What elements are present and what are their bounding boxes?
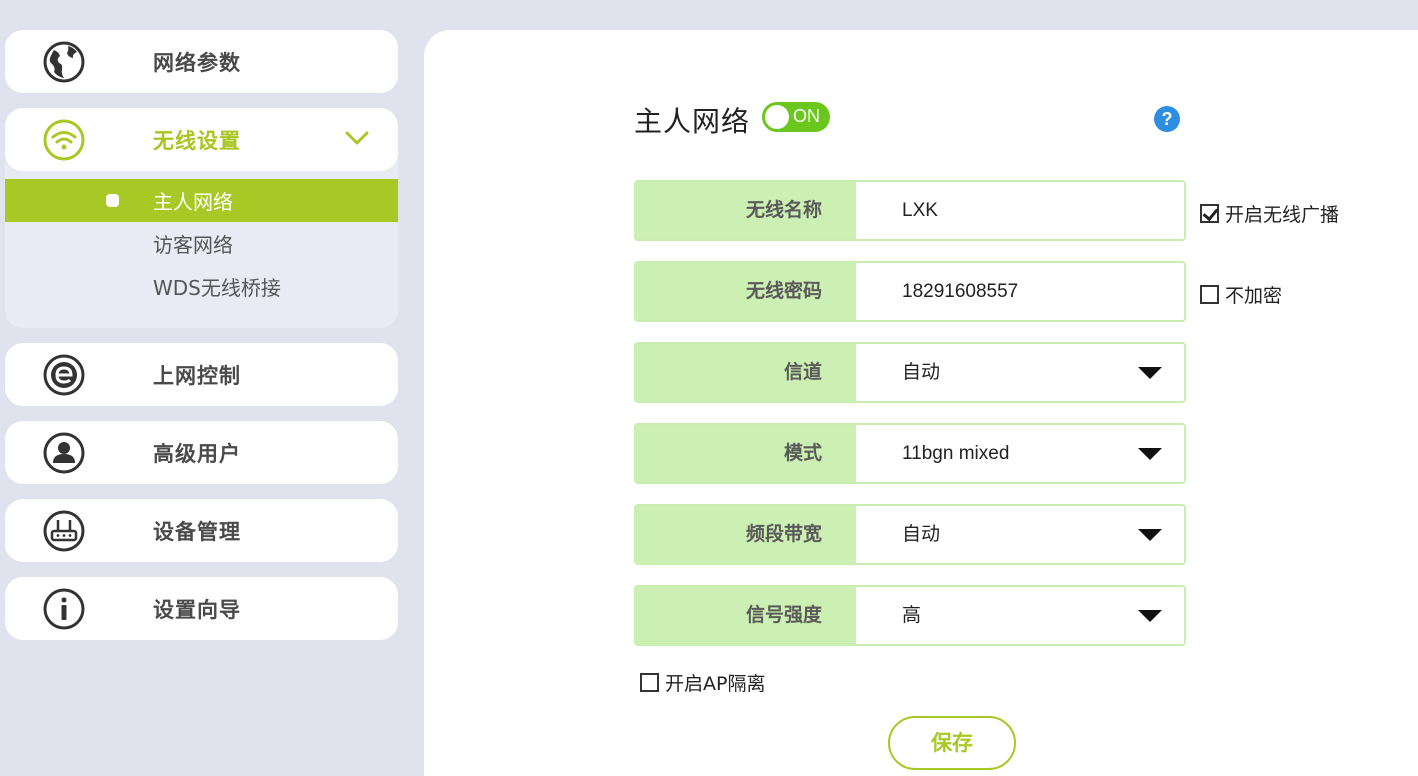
nav-label: 设置向导 <box>153 597 241 622</box>
mode-select[interactable]: 11bgn mixed <box>902 425 1009 482</box>
ssid-field: 无线名称 LXK <box>634 180 1186 241</box>
router-icon <box>43 510 85 552</box>
ssid-input[interactable]: LXK <box>902 182 938 239</box>
nav-label: 高级用户 <box>153 441 241 466</box>
toggle-label: ON <box>793 106 820 126</box>
password-input[interactable]: 18291608557 <box>902 263 1018 320</box>
nav-group-wireless: 无线设置 主人网络 访客网络 WDS无线桥接 <box>5 108 398 328</box>
page-title: 主人网络 <box>634 105 751 138</box>
nav-label: 设备管理 <box>153 519 241 544</box>
checkbox-box[interactable] <box>1200 285 1219 304</box>
channel-select[interactable]: 自动 <box>902 344 940 401</box>
nav-network-params[interactable]: 网络参数 <box>5 30 398 93</box>
subnav-guest-network[interactable]: 访客网络 <box>5 222 398 265</box>
password-field: 无线密码 18291608557 <box>634 261 1186 322</box>
nav-label: 无线设置 <box>153 128 241 153</box>
broadcast-checkbox[interactable]: 开启无线广播 <box>1200 200 1339 227</box>
signal-strength-select[interactable]: 高 <box>902 587 921 644</box>
channel-field[interactable]: 信道 自动 <box>634 342 1186 403</box>
save-button[interactable]: 保存 <box>888 716 1016 770</box>
dropdown-arrow-icon[interactable] <box>1138 448 1162 460</box>
active-dot-icon <box>106 194 119 207</box>
nav-label: 网络参数 <box>153 50 241 75</box>
nav-setup-wizard[interactable]: 设置向导 <box>5 577 398 640</box>
signal-strength-field[interactable]: 信号强度 高 <box>634 585 1186 646</box>
nav-wireless-settings[interactable]: 无线设置 <box>5 108 398 171</box>
field-label: 信道 <box>636 344 856 401</box>
field-label: 信号强度 <box>636 587 856 644</box>
wireless-toggle[interactable]: ON <box>762 102 830 132</box>
field-label: 模式 <box>636 425 856 482</box>
subnav-wds-bridge[interactable]: WDS无线桥接 <box>5 265 398 308</box>
no-encrypt-checkbox[interactable]: 不加密 <box>1200 281 1282 308</box>
subnav-host-network[interactable]: 主人网络 <box>5 179 398 222</box>
checkbox-box[interactable] <box>640 673 659 692</box>
dropdown-arrow-icon[interactable] <box>1138 367 1162 379</box>
subnav-label: 主人网络 <box>153 190 233 214</box>
sidebar: 网络参数 无线设置 主人网络 访客网络 WDS无线桥接 上网控制 高级用户 设备… <box>5 30 398 655</box>
internet-e-icon <box>43 354 85 396</box>
mode-field[interactable]: 模式 11bgn mixed <box>634 423 1186 484</box>
main-panel: 主人网络 ON ? 无线名称 LXK 开启无线广播 无线密码 182916085… <box>424 30 1418 776</box>
nav-device-management[interactable]: 设备管理 <box>5 499 398 562</box>
bandwidth-field[interactable]: 频段带宽 自动 <box>634 504 1186 565</box>
checkbox-label: 开启AP隔离 <box>665 673 766 695</box>
nav-advanced-user[interactable]: 高级用户 <box>5 421 398 484</box>
field-label: 频段带宽 <box>636 506 856 563</box>
user-icon <box>43 432 85 474</box>
checkbox-label: 开启无线广播 <box>1225 204 1340 226</box>
bandwidth-select[interactable]: 自动 <box>902 506 940 563</box>
help-icon[interactable]: ? <box>1154 106 1180 132</box>
subnav-label: 访客网络 <box>153 233 233 257</box>
subnav-label: WDS无线桥接 <box>153 276 281 300</box>
dropdown-arrow-icon[interactable] <box>1138 529 1162 541</box>
dropdown-arrow-icon[interactable] <box>1138 610 1162 622</box>
nav-label: 上网控制 <box>153 363 241 388</box>
ap-isolation-checkbox[interactable]: 开启AP隔离 <box>640 669 765 696</box>
checkbox-box[interactable] <box>1200 204 1219 223</box>
wifi-icon <box>43 119 85 161</box>
field-label: 无线名称 <box>636 182 856 239</box>
field-label: 无线密码 <box>636 263 856 320</box>
chevron-down-icon[interactable] <box>345 130 369 146</box>
checkbox-label: 不加密 <box>1225 285 1283 307</box>
info-icon <box>43 588 85 630</box>
globe-icon <box>43 41 85 83</box>
nav-internet-control[interactable]: 上网控制 <box>5 343 398 406</box>
toggle-knob <box>765 105 789 129</box>
